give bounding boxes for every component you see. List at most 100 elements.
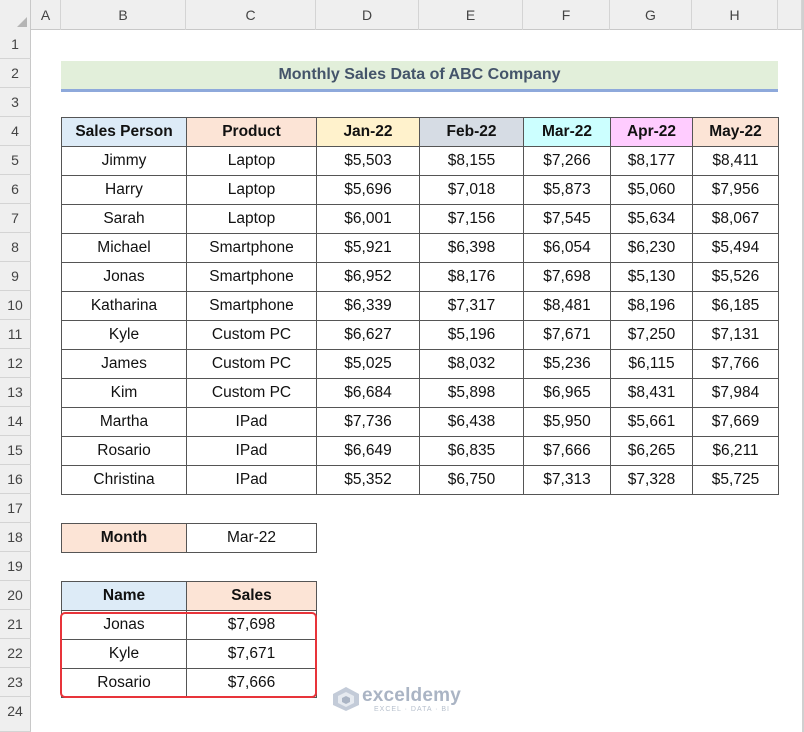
result-name-cell[interactable]: Rosario [61,668,187,698]
table-cell[interactable]: $7,545 [523,204,611,234]
table-cell[interactable]: $7,018 [419,175,524,205]
row-header-7[interactable]: 7 [0,204,31,233]
table-cell[interactable]: $5,661 [610,407,693,437]
table-cell[interactable]: $5,060 [610,175,693,205]
table-header-cell[interactable]: Jan-22 [316,117,420,147]
table-cell[interactable]: $7,156 [419,204,524,234]
table-cell[interactable]: $8,481 [523,291,611,321]
row-header-1[interactable]: 1 [0,30,31,59]
table-cell[interactable]: $6,001 [316,204,420,234]
table-cell[interactable]: $6,398 [419,233,524,263]
criteria-value-cell[interactable]: Mar-22 [186,523,317,553]
table-header-cell[interactable]: May-22 [692,117,779,147]
table-cell[interactable]: $5,696 [316,175,420,205]
column-header-b[interactable]: B [61,0,186,30]
table-cell[interactable]: Kim [61,378,187,408]
row-header-14[interactable]: 14 [0,407,31,436]
table-cell[interactable]: $8,176 [419,262,524,292]
table-cell[interactable]: $5,950 [523,407,611,437]
table-cell[interactable]: $5,873 [523,175,611,205]
table-cell[interactable]: $6,185 [692,291,779,321]
result-header-sales[interactable]: Sales [186,581,317,611]
table-cell[interactable]: $7,671 [523,320,611,350]
table-cell[interactable]: $5,526 [692,262,779,292]
column-header-a[interactable]: A [31,0,61,30]
table-cell[interactable]: $8,411 [692,146,779,176]
table-cell[interactable]: $6,750 [419,465,524,495]
table-cell[interactable]: $6,952 [316,262,420,292]
row-header-20[interactable]: 20 [0,581,31,610]
table-cell[interactable]: $8,032 [419,349,524,379]
table-cell[interactable]: Custom PC [186,378,317,408]
table-cell[interactable]: Laptop [186,146,317,176]
table-cell[interactable]: IPad [186,407,317,437]
table-cell[interactable]: Martha [61,407,187,437]
table-cell[interactable]: Christina [61,465,187,495]
row-header-10[interactable]: 10 [0,291,31,320]
result-name-cell[interactable]: Jonas [61,610,187,640]
table-cell[interactable]: $6,265 [610,436,693,466]
select-all-corner[interactable] [0,0,31,30]
row-header-9[interactable]: 9 [0,262,31,291]
row-header-2[interactable]: 2 [0,59,31,88]
row-header-17[interactable]: 17 [0,494,31,523]
table-header-cell[interactable]: Feb-22 [419,117,524,147]
table-cell[interactable]: $6,115 [610,349,693,379]
result-sales-cell[interactable]: $7,671 [186,639,317,669]
row-header-6[interactable]: 6 [0,175,31,204]
table-cell[interactable]: $5,725 [692,465,779,495]
table-cell[interactable]: $7,766 [692,349,779,379]
column-header-e[interactable]: E [419,0,523,30]
row-header-22[interactable]: 22 [0,639,31,668]
table-cell[interactable]: Smartphone [186,291,317,321]
result-sales-cell[interactable]: $7,698 [186,610,317,640]
row-header-19[interactable]: 19 [0,552,31,581]
row-header-21[interactable]: 21 [0,610,31,639]
table-cell[interactable]: $7,317 [419,291,524,321]
row-header-24[interactable]: 24 [0,697,31,732]
table-cell[interactable]: Sarah [61,204,187,234]
table-cell[interactable]: $7,328 [610,465,693,495]
table-cell[interactable]: $7,956 [692,175,779,205]
table-cell[interactable]: Rosario [61,436,187,466]
table-cell[interactable]: $6,649 [316,436,420,466]
column-header-h[interactable]: H [692,0,778,30]
row-header-15[interactable]: 15 [0,436,31,465]
table-cell[interactable]: $7,669 [692,407,779,437]
table-cell[interactable]: James [61,349,187,379]
table-header-cell[interactable]: Product [186,117,317,147]
table-cell[interactable]: $5,898 [419,378,524,408]
table-cell[interactable]: $6,339 [316,291,420,321]
table-cell[interactable]: Katharina [61,291,187,321]
table-cell[interactable]: $6,438 [419,407,524,437]
row-header-16[interactable]: 16 [0,465,31,494]
table-cell[interactable]: $8,067 [692,204,779,234]
table-cell[interactable]: $6,684 [316,378,420,408]
result-sales-cell[interactable]: $7,666 [186,668,317,698]
table-cell[interactable]: $7,313 [523,465,611,495]
row-header-5[interactable]: 5 [0,146,31,175]
table-cell[interactable]: $8,177 [610,146,693,176]
table-cell[interactable]: Custom PC [186,320,317,350]
table-cell[interactable]: Jimmy [61,146,187,176]
row-header-13[interactable]: 13 [0,378,31,407]
table-cell[interactable]: $7,666 [523,436,611,466]
result-name-cell[interactable]: Kyle [61,639,187,669]
table-cell[interactable]: Michael [61,233,187,263]
criteria-label-cell[interactable]: Month [61,523,187,553]
table-cell[interactable]: $7,736 [316,407,420,437]
row-header-18[interactable]: 18 [0,523,31,552]
table-cell[interactable]: $5,130 [610,262,693,292]
result-header-name[interactable]: Name [61,581,187,611]
table-cell[interactable]: Laptop [186,204,317,234]
row-header-3[interactable]: 3 [0,88,31,117]
table-cell[interactable]: $5,352 [316,465,420,495]
table-cell[interactable]: $7,266 [523,146,611,176]
table-cell[interactable]: $5,921 [316,233,420,263]
table-cell[interactable]: IPad [186,436,317,466]
table-cell[interactable]: $8,155 [419,146,524,176]
table-cell[interactable]: Smartphone [186,233,317,263]
table-header-cell[interactable]: Apr-22 [610,117,693,147]
table-cell[interactable]: $5,494 [692,233,779,263]
table-cell[interactable]: Smartphone [186,262,317,292]
